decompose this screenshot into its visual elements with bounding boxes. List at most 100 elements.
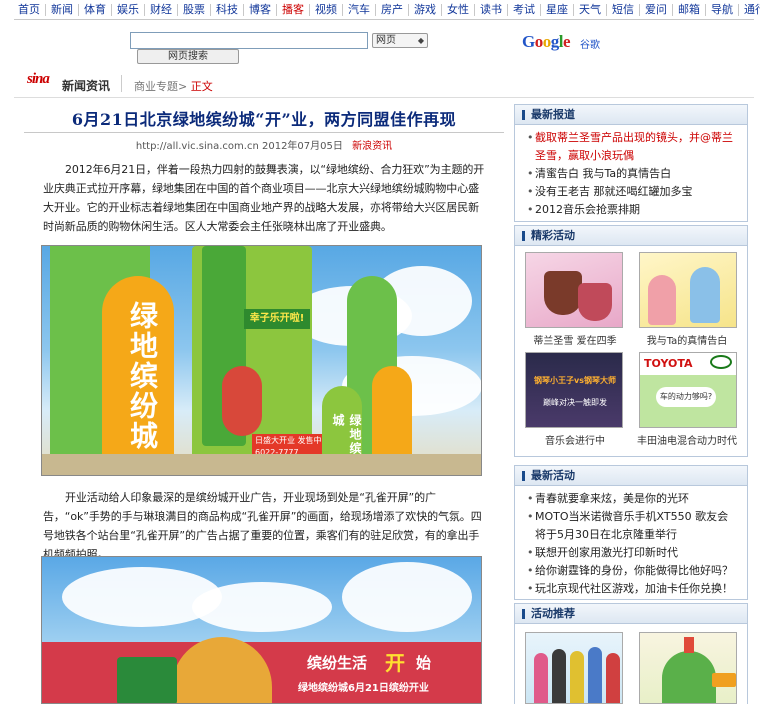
- google-cn-label: 谷歌: [580, 40, 600, 51]
- nav-item[interactable]: 股票: [177, 3, 210, 16]
- sina-logo[interactable]: sina: [27, 71, 50, 88]
- featured-thumb-ice-cream[interactable]: [525, 252, 623, 328]
- nav-item[interactable]: 播客: [276, 3, 309, 16]
- top-nav: 首页 新闻 体育 娱乐 财经 股票 科技 博客 播客 视频 汽车 房产 游戏 女性 读书 考试 星座 天气 短信 爱问…: [14, 0, 760, 20]
- ground: [42, 454, 481, 475]
- latest-activities-box: 最新活动 青春就要拿来炫，美是你的光环MOTO当米诺微音乐手机XT550 歌友会…: [514, 465, 748, 600]
- cloud: [192, 582, 332, 632]
- article-meta: http://all.vic.sina.com.cn 2012年07月05日 新…: [24, 137, 504, 152]
- nav-item[interactable]: 邮箱: [672, 3, 705, 16]
- banner-text-2: 开: [385, 651, 405, 675]
- featured-grid: 蒂兰圣雪 爱在四季 我与Ta的真情告白 钢琴小王子vs钢琴大师 巅峰对决一触即发…: [515, 246, 747, 452]
- list-item[interactable]: MOTO当米诺微音乐手机XT550 歌友会将于5月30日在北京隆重举行: [527, 508, 737, 544]
- person: [606, 653, 620, 703]
- list-item[interactable]: 玩北京现代社区游戏，加油卡任你兑换！: [527, 580, 737, 598]
- article-paragraph-1: 2012年6月21日，伴着一段热力四射的鼓舞表演，以“绿地缤纷、合力狂欢”为主题…: [43, 163, 485, 233]
- article-photo-1: 绿地缤纷城 幸子乐开啦! 日盛大开业 发售中 6022-7777 绿地缤纷城: [41, 245, 482, 476]
- toyota-logo: TOYOTA: [644, 357, 693, 370]
- person: [588, 647, 602, 703]
- featured-activities-box: 精彩活动 蒂兰圣雪 爱在四季 我与Ta的真情告白 钢琴小王子vs钢琴大师 巅峰对…: [514, 225, 748, 457]
- search-type-value: 网页: [376, 35, 396, 46]
- concert-overlay-1: 钢琴小王子vs钢琴大师: [534, 376, 616, 385]
- recommended-activities-box: 活动推荐: [514, 603, 748, 704]
- nav-item[interactable]: 导航: [705, 3, 738, 16]
- latest-reports-box: 最新报道 截取蒂兰圣雪产品出现的镜头，并@蒂兰圣雪，赢取小浪玩偶清蜜告白 我与T…: [514, 104, 748, 222]
- latest-reports-list: 截取蒂兰圣雪产品出现的镜头，并@蒂兰圣雪，赢取小浪玩偶清蜜告白 我与Ta的真情告…: [515, 125, 747, 221]
- brand-divider: [121, 75, 122, 92]
- search-input[interactable]: [130, 32, 368, 49]
- list-item[interactable]: 没有王老吉 那就还喝红罐加多宝: [527, 183, 737, 201]
- recommend-thumb-carnival[interactable]: [639, 632, 737, 704]
- tower-sign-text: 绿地缤纷城: [126, 301, 159, 451]
- title-divider: [24, 132, 504, 133]
- nav-item[interactable]: 读书: [474, 3, 507, 16]
- latest-activities-title: 最新活动: [515, 466, 747, 486]
- list-item[interactable]: 截取蒂兰圣雪产品出现的镜头，并@蒂兰圣雪，赢取小浪玩偶: [527, 129, 737, 165]
- list-item[interactable]: 给你谢霆锋的身份，你能做得比他好吗？: [527, 562, 737, 580]
- featured-caption-3[interactable]: 音乐会进行中: [515, 432, 635, 447]
- nav-item[interactable]: 通行证: [738, 3, 760, 16]
- nav-item[interactable]: 短信: [606, 3, 639, 16]
- featured-caption-2[interactable]: 我与Ta的真情告白: [627, 332, 747, 347]
- nav-item[interactable]: 体育: [78, 3, 111, 16]
- nav-item[interactable]: 考试: [507, 3, 540, 16]
- brand-name[interactable]: 新闻资讯: [62, 77, 110, 94]
- header-divider: [14, 97, 754, 98]
- toyota-speech-bubble: 车的动力够吗?: [656, 387, 716, 407]
- nav-item[interactable]: 游戏: [408, 3, 441, 16]
- article-title: 6月21日北京绿地缤纷城“开”业，两方同盟佳作再现: [71, 110, 457, 129]
- web-search-button[interactable]: 网页搜索: [137, 49, 239, 64]
- recommended-activities-title: 活动推荐: [515, 604, 747, 624]
- nav-item[interactable]: 娱乐: [111, 3, 144, 16]
- person: [570, 651, 584, 703]
- google-logo[interactable]: Google: [522, 32, 571, 52]
- nav-item[interactable]: 天气: [573, 3, 606, 16]
- carnival-flag: [684, 637, 694, 653]
- featured-thumb-confession[interactable]: [639, 252, 737, 328]
- happy-banner: 幸子乐开啦!: [244, 309, 310, 329]
- chevron-down-icon: ◆: [417, 36, 424, 45]
- article-photo-2: 缤纷生活 开 始 绿地缤纷城6月21日缤纷开业: [41, 556, 482, 704]
- featured-activities-title: 精彩活动: [515, 226, 747, 246]
- search-type-select[interactable]: 网页 ◆: [372, 33, 428, 48]
- nav-item[interactable]: 首页: [14, 3, 45, 16]
- banner-text-3: 始: [416, 654, 432, 672]
- cartoon-girl: [648, 275, 676, 325]
- eco-logo-icon: [710, 355, 732, 369]
- article-source-link[interactable]: 新浪资讯: [352, 141, 392, 152]
- person: [552, 649, 566, 703]
- nav-item[interactable]: 女性: [441, 3, 474, 16]
- carnival-sign: [712, 673, 736, 687]
- green-poster: [117, 657, 177, 703]
- featured-thumb-concert[interactable]: 钢琴小王子vs钢琴大师 巅峰对决一触即发: [525, 352, 623, 428]
- person: [534, 653, 548, 703]
- list-item[interactable]: 清蜜告白 我与Ta的真情告白: [527, 165, 737, 183]
- cartoon-boy: [690, 267, 720, 323]
- featured-thumb-toyota[interactable]: TOYOTA 车的动力够吗?: [639, 352, 737, 428]
- nav-item[interactable]: 新闻: [45, 3, 78, 16]
- nav-item[interactable]: 视频: [309, 3, 342, 16]
- nav-item[interactable]: 科技: [210, 3, 243, 16]
- carnival-tent: [662, 651, 716, 703]
- list-item[interactable]: 2012音乐会抢票排期: [527, 201, 737, 219]
- nav-item[interactable]: 星座: [540, 3, 573, 16]
- nav-item[interactable]: 爱问: [639, 3, 672, 16]
- list-item[interactable]: 青春就要拿来炫，美是你的光环: [527, 490, 737, 508]
- list-item[interactable]: 联想开创家用激光打印新时代: [527, 544, 737, 562]
- nav-item[interactable]: 汽车: [342, 3, 375, 16]
- nav-item[interactable]: 财经: [144, 3, 177, 16]
- ice-cream-cup: [544, 271, 582, 315]
- breadcrumb-commercial-topics[interactable]: 商业专题>: [134, 80, 187, 93]
- featured-caption-4[interactable]: 丰田油电混合动力时代: [627, 432, 747, 447]
- breadcrumb: 商业专题> 正文: [134, 78, 213, 94]
- article-paragraph-2: 开业活动给人印象最深的是缤纷城开业广告，开业现场到处是“孔雀开屏”的广告，“ok…: [43, 491, 482, 561]
- nav-item[interactable]: 博客: [243, 3, 276, 16]
- nav-item[interactable]: 房产: [375, 3, 408, 16]
- breadcrumb-current: 正文: [190, 80, 213, 93]
- recommend-thumb-group[interactable]: [525, 632, 623, 704]
- featured-caption-1[interactable]: 蒂兰圣雪 爱在四季: [515, 332, 635, 347]
- peacock-ad: [222, 366, 262, 436]
- latest-activities-list: 青春就要拿来炫，美是你的光环MOTO当米诺微音乐手机XT550 歌友会将于5月3…: [515, 486, 747, 600]
- ice-cream-cup-2: [578, 283, 612, 321]
- article-url: http://all.vic.sina.com.cn: [135, 141, 259, 152]
